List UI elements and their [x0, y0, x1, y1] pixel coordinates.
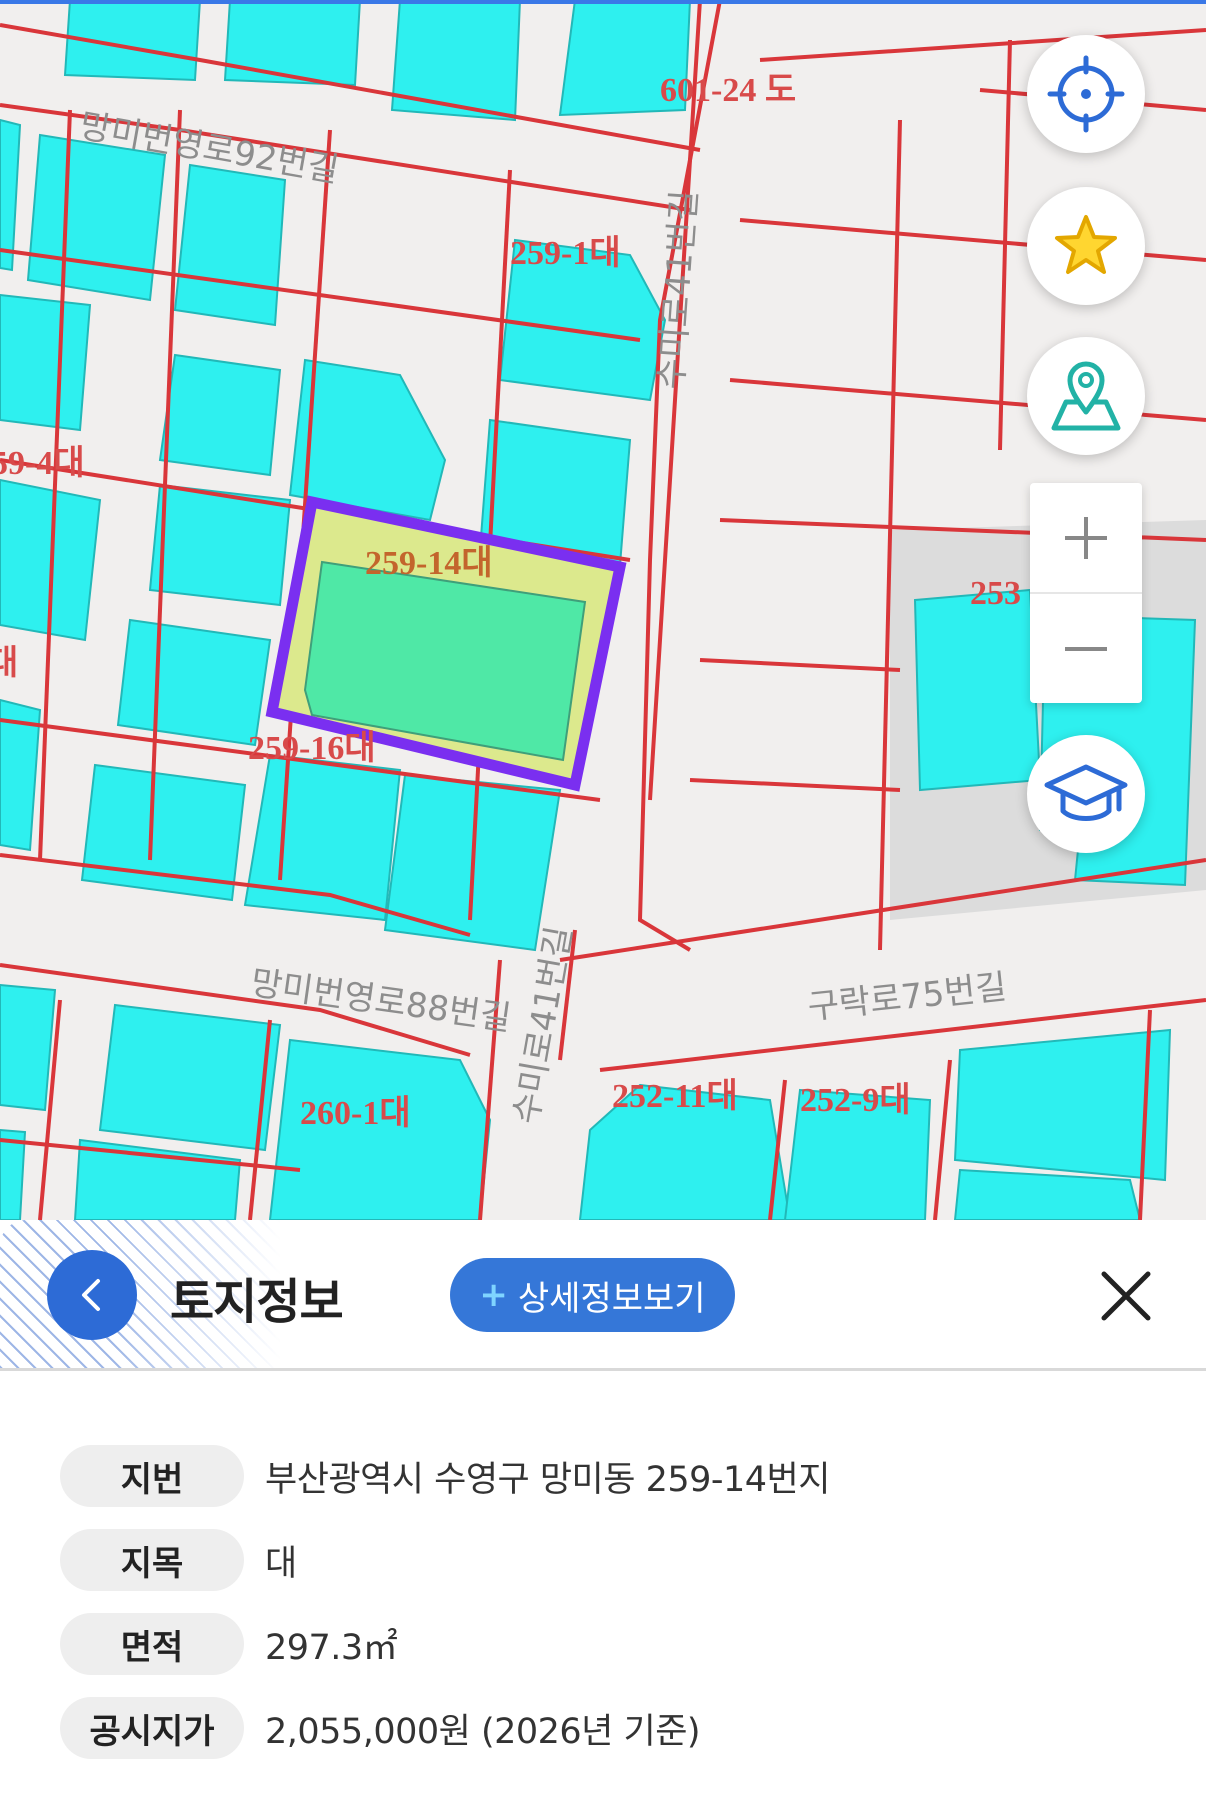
- info-label: 면적: [60, 1613, 244, 1675]
- lot-label-259-15: 5대: [0, 645, 19, 682]
- sheet-header: 토지정보 + 상세정보보기: [0, 1220, 1206, 1368]
- cadastral-map[interactable]: 601-24 도 259-1대 259-4대 259-14대 5대 259-16…: [0, 0, 1206, 1220]
- map-canvas[interactable]: [0, 0, 1206, 1220]
- lot-label-260-1: 260-1대: [300, 1095, 411, 1132]
- info-value: 2,055,000원 (2026년 기준): [265, 1711, 701, 1752]
- view-details-label: 상세정보보기: [517, 1278, 706, 1319]
- info-value: 부산광역시 수영구 망미동 259-14번지: [265, 1459, 830, 1500]
- star-icon: [1055, 215, 1117, 274]
- info-label: 공시지가: [60, 1697, 244, 1759]
- lot-label-253: 253: [970, 575, 1021, 612]
- zoom-control: [1030, 483, 1142, 703]
- zoom-out-button[interactable]: [1030, 594, 1142, 703]
- info-row-area: 면적 297.3㎡: [60, 1613, 398, 1675]
- plus-icon: [1065, 516, 1107, 559]
- crosshair-icon: [1047, 55, 1125, 133]
- info-row-land-category: 지목 대: [60, 1529, 297, 1591]
- chevron-left-icon: [82, 1279, 100, 1311]
- lot-label-259-16: 259-16대: [248, 730, 376, 767]
- map-pin-button[interactable]: [1027, 337, 1145, 455]
- info-value: 대: [265, 1543, 297, 1584]
- plus-icon: +: [479, 1275, 508, 1315]
- map-pin-icon: [1051, 361, 1121, 431]
- minus-icon: [1065, 646, 1107, 651]
- education-button[interactable]: [1027, 735, 1145, 853]
- zoom-in-button[interactable]: [1030, 483, 1142, 592]
- sheet-title: 토지정보: [170, 1274, 344, 1330]
- favorite-button[interactable]: [1027, 187, 1145, 305]
- lot-label-252-9: 252-9대: [800, 1082, 911, 1119]
- view-details-button[interactable]: + 상세정보보기: [450, 1258, 735, 1332]
- lot-label-252-11: 252-11대: [612, 1078, 738, 1115]
- locate-button[interactable]: [1027, 35, 1145, 153]
- land-info-sheet: 토지정보 + 상세정보보기 지번 부산광역시 수영구 망미동 259-14번지 …: [0, 1220, 1206, 1809]
- info-row-official-price: 공시지가 2,055,000원 (2026년 기준): [60, 1697, 701, 1759]
- graduation-cap-icon: [1044, 764, 1128, 821]
- info-label: 지목: [60, 1529, 244, 1591]
- info-label: 지번: [60, 1445, 244, 1507]
- header-divider: [0, 1368, 1206, 1371]
- info-row-lot-number: 지번 부산광역시 수영구 망미동 259-14번지: [60, 1445, 830, 1507]
- close-button[interactable]: [1096, 1266, 1156, 1326]
- back-button[interactable]: [47, 1250, 137, 1340]
- lot-label-601-24: 601-24 도: [660, 72, 797, 109]
- top-strip: [0, 0, 1206, 4]
- close-icon: [1101, 1271, 1151, 1321]
- lot-label-259-1: 259-1대: [510, 235, 621, 272]
- info-value: 297.3㎡: [265, 1627, 398, 1668]
- lot-label-259-4: 259-4대: [0, 445, 85, 482]
- lot-label-259-14: 259-14대: [365, 545, 493, 582]
